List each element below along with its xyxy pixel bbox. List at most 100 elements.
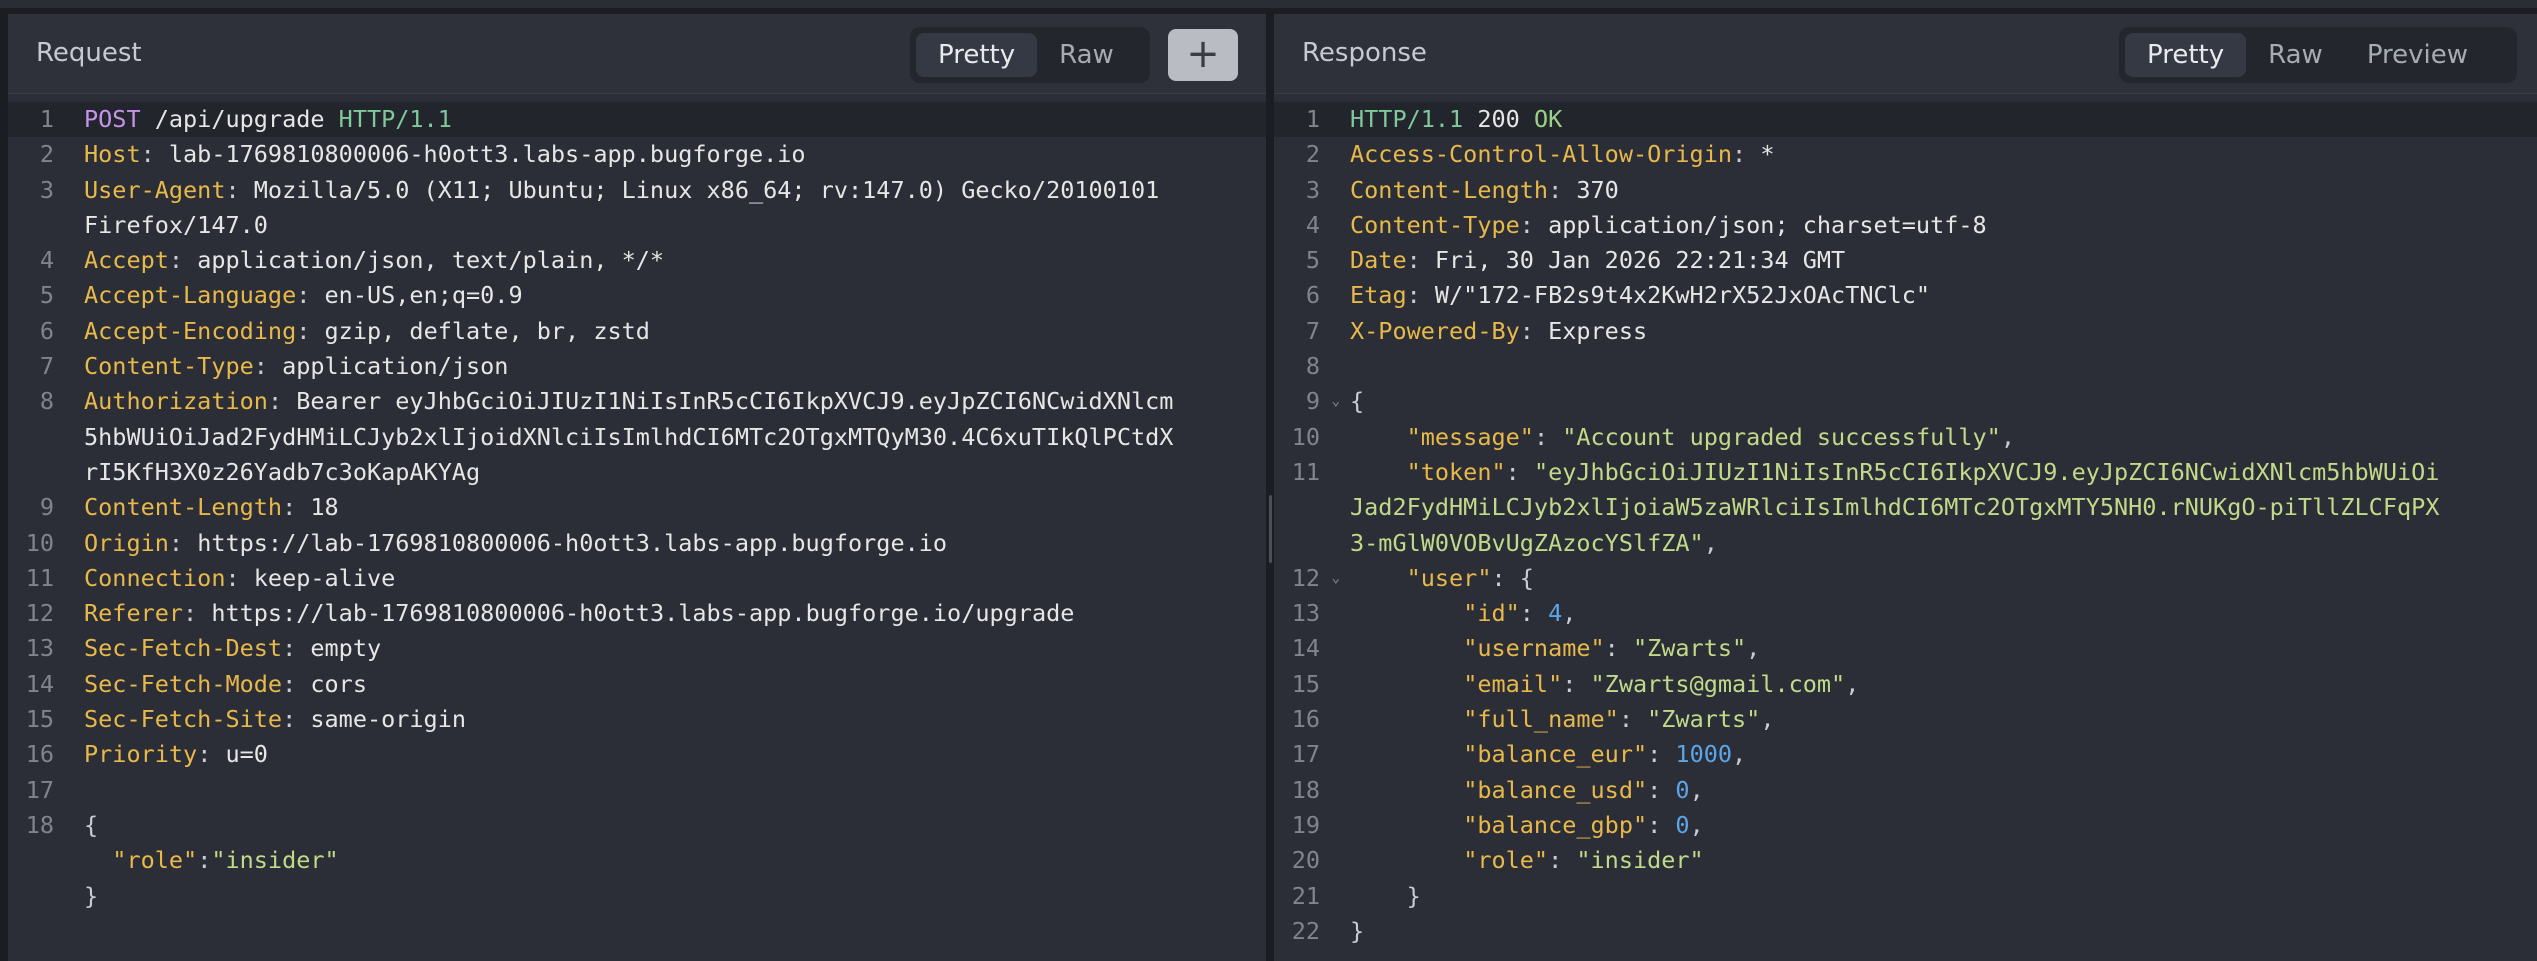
response-title: Response bbox=[1302, 38, 1427, 68]
response-code: "token": "eyJhbGciOiJIUzI1NiIsInR5cCI6Ik… bbox=[1332, 455, 2537, 490]
request-line: 9 Content-Length: 18 bbox=[8, 490, 1266, 525]
header-separator: : bbox=[168, 528, 198, 557]
header-name: Access-Control-Allow-Origin bbox=[1350, 140, 1733, 169]
status-part: HTTP/1.1 bbox=[1350, 105, 1464, 133]
line-number: 6 bbox=[39, 316, 54, 345]
status-part: OK bbox=[1533, 105, 1563, 133]
request-tab-pretty[interactable]: Pretty bbox=[916, 33, 1038, 77]
request-pane: Request Pretty Raw + 1 POST /api/upgrade … bbox=[8, 14, 1266, 961]
request-line: 11 Connection: keep-alive bbox=[8, 561, 1266, 596]
response-code: "full_name": "Zwarts", bbox=[1332, 702, 2537, 737]
line-number: 18 bbox=[25, 810, 54, 839]
json-token: 4 bbox=[1548, 599, 1563, 628]
response-line: 11 "token": "eyJhbGciOiJIUzI1NiIsInR5cCI… bbox=[1274, 455, 2537, 490]
header-separator: : bbox=[267, 387, 297, 416]
chevron-down-icon[interactable]: ⌄ bbox=[1332, 561, 1340, 596]
line-number: 2 bbox=[39, 140, 54, 169]
request-editor[interactable]: 1 POST /api/upgrade HTTP/1.1 2 Host: lab-17… bbox=[8, 102, 1266, 961]
line-number: 13 bbox=[1291, 599, 1320, 628]
header-name: Referer bbox=[84, 599, 184, 628]
line-number bbox=[8, 420, 66, 455]
response-tab-raw[interactable]: Raw bbox=[2246, 33, 2345, 77]
line-number: 7 bbox=[39, 352, 54, 381]
header-value: 18 bbox=[310, 493, 339, 522]
request-tab-raw[interactable]: Raw bbox=[1037, 33, 1136, 77]
line-number: 17 bbox=[25, 775, 54, 804]
request-code: Origin: https://lab-1769810800006-h0ott3… bbox=[66, 526, 1266, 561]
json-token: : bbox=[1505, 457, 1534, 486]
header-value: Bearer eyJhbGciOiJIUzI1NiIsInR5cCI6IkpXV… bbox=[296, 387, 1174, 416]
json-token: "balance_gbp" bbox=[1463, 810, 1648, 839]
header-value: W/"172-FB2s9t4x2KwH2rX52JxOAcTNClc" bbox=[1434, 281, 1931, 310]
request-line: 2 Host: lab-1769810800006-h0ott3.labs-app… bbox=[8, 137, 1266, 172]
header-separator: : bbox=[282, 493, 311, 522]
line-number: 3 bbox=[1305, 175, 1320, 204]
http-method: POST bbox=[84, 105, 141, 133]
header-value: gzip, deflate, br, zstd bbox=[324, 316, 650, 345]
top-strip bbox=[0, 0, 2537, 8]
response-code: "id": 4, bbox=[1332, 596, 2537, 631]
header-value: 370 bbox=[1576, 175, 1619, 204]
request-line: } bbox=[8, 879, 1266, 914]
request-line: 18 { bbox=[8, 808, 1266, 843]
request-line: 5 Accept-Language: en-US,en;q=0.9 bbox=[8, 278, 1266, 313]
json-token: : bbox=[1519, 599, 1549, 628]
chevron-down-icon[interactable]: ⌄ bbox=[1332, 384, 1340, 419]
response-tab-preview[interactable]: Preview bbox=[2345, 33, 2490, 77]
line-number: 11 bbox=[1291, 457, 1320, 486]
response-line: 3-mGlW0VOBvUgZAzocYSlfZA", bbox=[1274, 526, 2537, 561]
json-token: "email" bbox=[1463, 669, 1563, 698]
line-number: 4 bbox=[1305, 210, 1320, 239]
response-code: "role": "insider" bbox=[1332, 843, 2537, 878]
pane-splitter[interactable] bbox=[1266, 495, 1274, 563]
response-tab-pretty[interactable]: Pretty bbox=[2125, 33, 2247, 77]
header-value: https://lab-1769810800006-h0ott3.labs-ap… bbox=[211, 599, 1075, 628]
json-token: : bbox=[1548, 846, 1577, 875]
header-name: X-Powered-By bbox=[1350, 316, 1520, 345]
request-code: { bbox=[66, 808, 1266, 843]
request-code: Content-Length: 18 bbox=[66, 490, 1266, 525]
request-code: Accept-Encoding: gzip, deflate, br, zstd bbox=[66, 314, 1266, 349]
line-number: 16 bbox=[1291, 705, 1320, 734]
response-editor[interactable]: 1 HTTP/1.1 200 OK 2 Access-Control-Allow-Or… bbox=[1274, 102, 2537, 961]
response-code: Access-Control-Allow-Origin: * bbox=[1332, 137, 2537, 172]
header-separator: : bbox=[197, 740, 226, 769]
line-number: 7 bbox=[1305, 316, 1320, 345]
request-code: Sec-Fetch-Mode: cors bbox=[66, 667, 1266, 702]
json-token: "Zwarts" bbox=[1647, 705, 1761, 734]
response-line: 19 "balance_gbp": 0, bbox=[1274, 808, 2537, 843]
response-line: 9 ⌄ { bbox=[1274, 384, 2537, 419]
line-number: 20 bbox=[1291, 846, 1320, 875]
response-code: "message": "Account upgraded successfull… bbox=[1332, 420, 2537, 455]
header-name: Accept bbox=[84, 246, 169, 275]
status-part bbox=[1463, 105, 1477, 133]
request-path: /api/upgrade bbox=[140, 105, 339, 133]
http-version: HTTP/1.1 bbox=[338, 105, 452, 133]
json-token: : bbox=[1562, 669, 1591, 698]
header-name: User-Agent bbox=[84, 175, 226, 204]
line-number: 5 bbox=[1305, 246, 1320, 275]
add-button[interactable]: + bbox=[1168, 29, 1238, 81]
request-line: 12 Referer: https://lab-1769810800006-h0o… bbox=[8, 596, 1266, 631]
json-token: , bbox=[1760, 705, 1775, 734]
request-line: "role":"insider" bbox=[8, 843, 1266, 878]
line-number: 12 ⌄ bbox=[1274, 561, 1340, 596]
header-name: Accept-Language bbox=[84, 281, 297, 310]
header-separator: : bbox=[296, 281, 325, 310]
response-code: } bbox=[1332, 879, 2537, 914]
line-number: 9 bbox=[39, 493, 54, 522]
response-code: } bbox=[1332, 914, 2537, 949]
header-separator: : bbox=[140, 140, 169, 169]
status-part bbox=[1520, 105, 1534, 133]
header-separator: : bbox=[225, 175, 254, 204]
response-line: 8 bbox=[1274, 349, 2537, 384]
json-token: "eyJhbGciOiJIUzI1NiIsInR5cCI6IkpXVCJ9.ey… bbox=[1533, 457, 2440, 486]
header-separator: : bbox=[168, 246, 198, 275]
header-value: Mozilla/5.0 (X11; Ubuntu; Linux x86_64; … bbox=[253, 175, 1160, 204]
header-value-continuation: rI5KfH3X0z26Yadb7c3oKapAKYAg bbox=[84, 457, 481, 486]
